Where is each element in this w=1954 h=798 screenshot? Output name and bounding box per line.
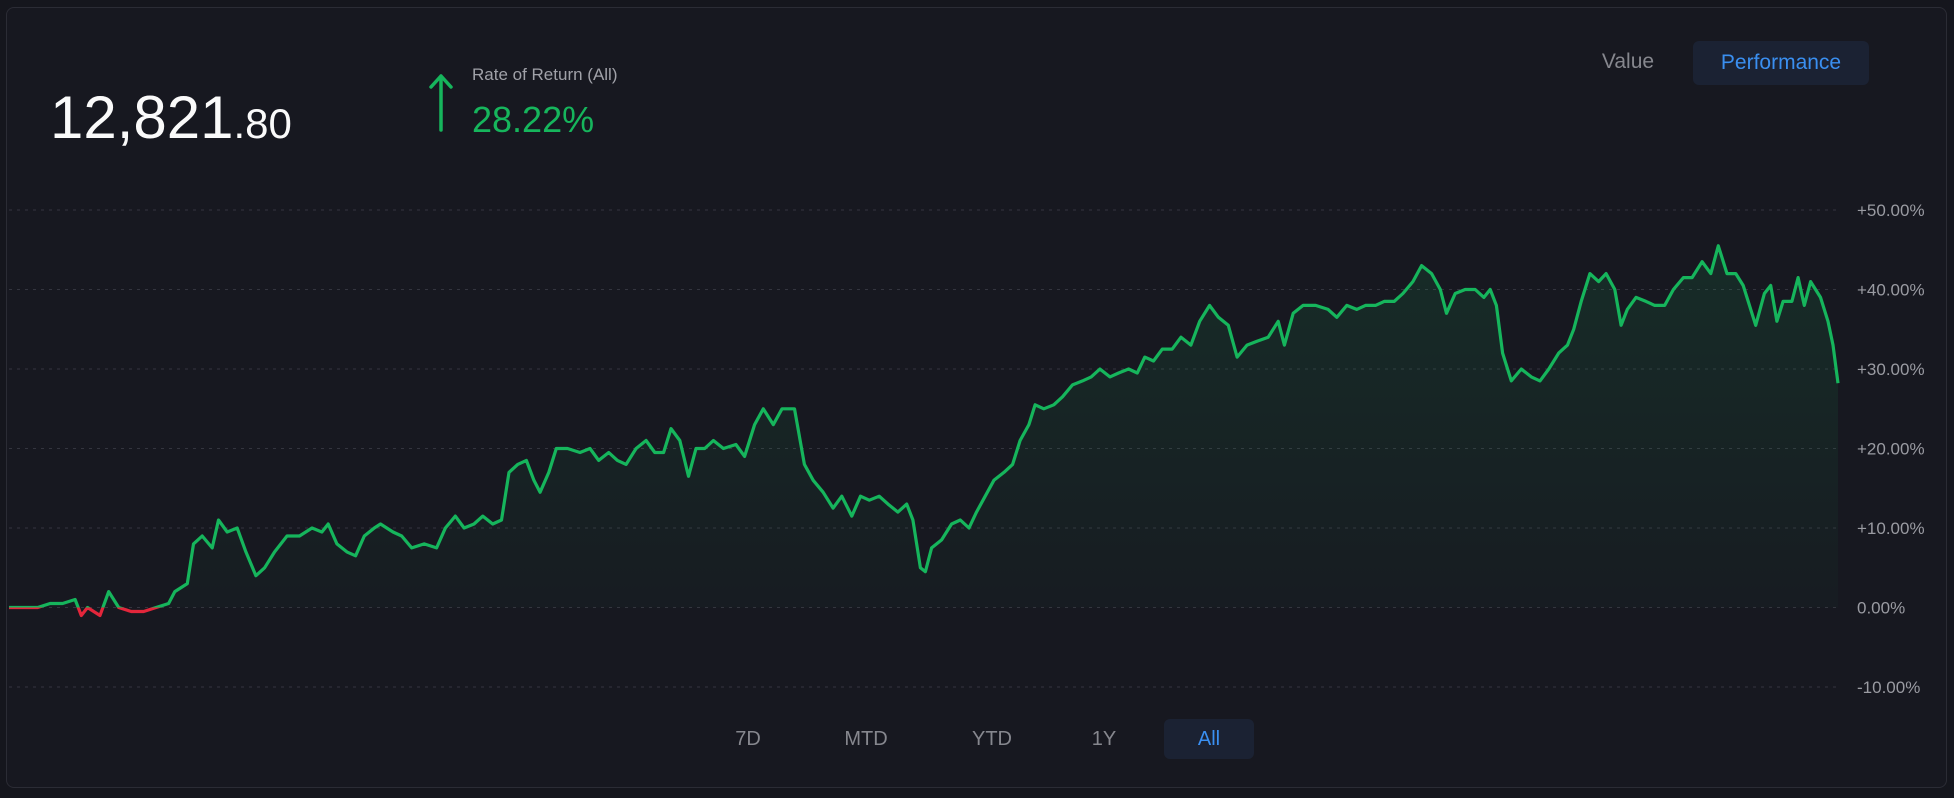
y-tick-label: -10.00%: [1857, 678, 1920, 697]
area-fill: [9, 245, 1838, 608]
y-tick-label: +20.00%: [1857, 440, 1925, 459]
y-tick-label: +30.00%: [1857, 360, 1925, 379]
range-all-button[interactable]: All: [1164, 719, 1254, 759]
y-tick-label: 0.00%: [1857, 599, 1905, 618]
y-tick-label: +10.00%: [1857, 519, 1925, 538]
range-mtd-button[interactable]: MTD: [821, 719, 911, 759]
performance-chart: +50.00% +40.00% +30.00% +20.00% +10.00% 0.00%…: [9, 201, 1925, 697]
range-1y-button[interactable]: 1Y: [1059, 719, 1149, 759]
y-tick-label: +40.00%: [1857, 281, 1925, 300]
range-ytd-button[interactable]: YTD: [947, 719, 1037, 759]
y-tick-label: +50.00%: [1857, 201, 1925, 220]
range-7d-button[interactable]: 7D: [703, 719, 793, 759]
